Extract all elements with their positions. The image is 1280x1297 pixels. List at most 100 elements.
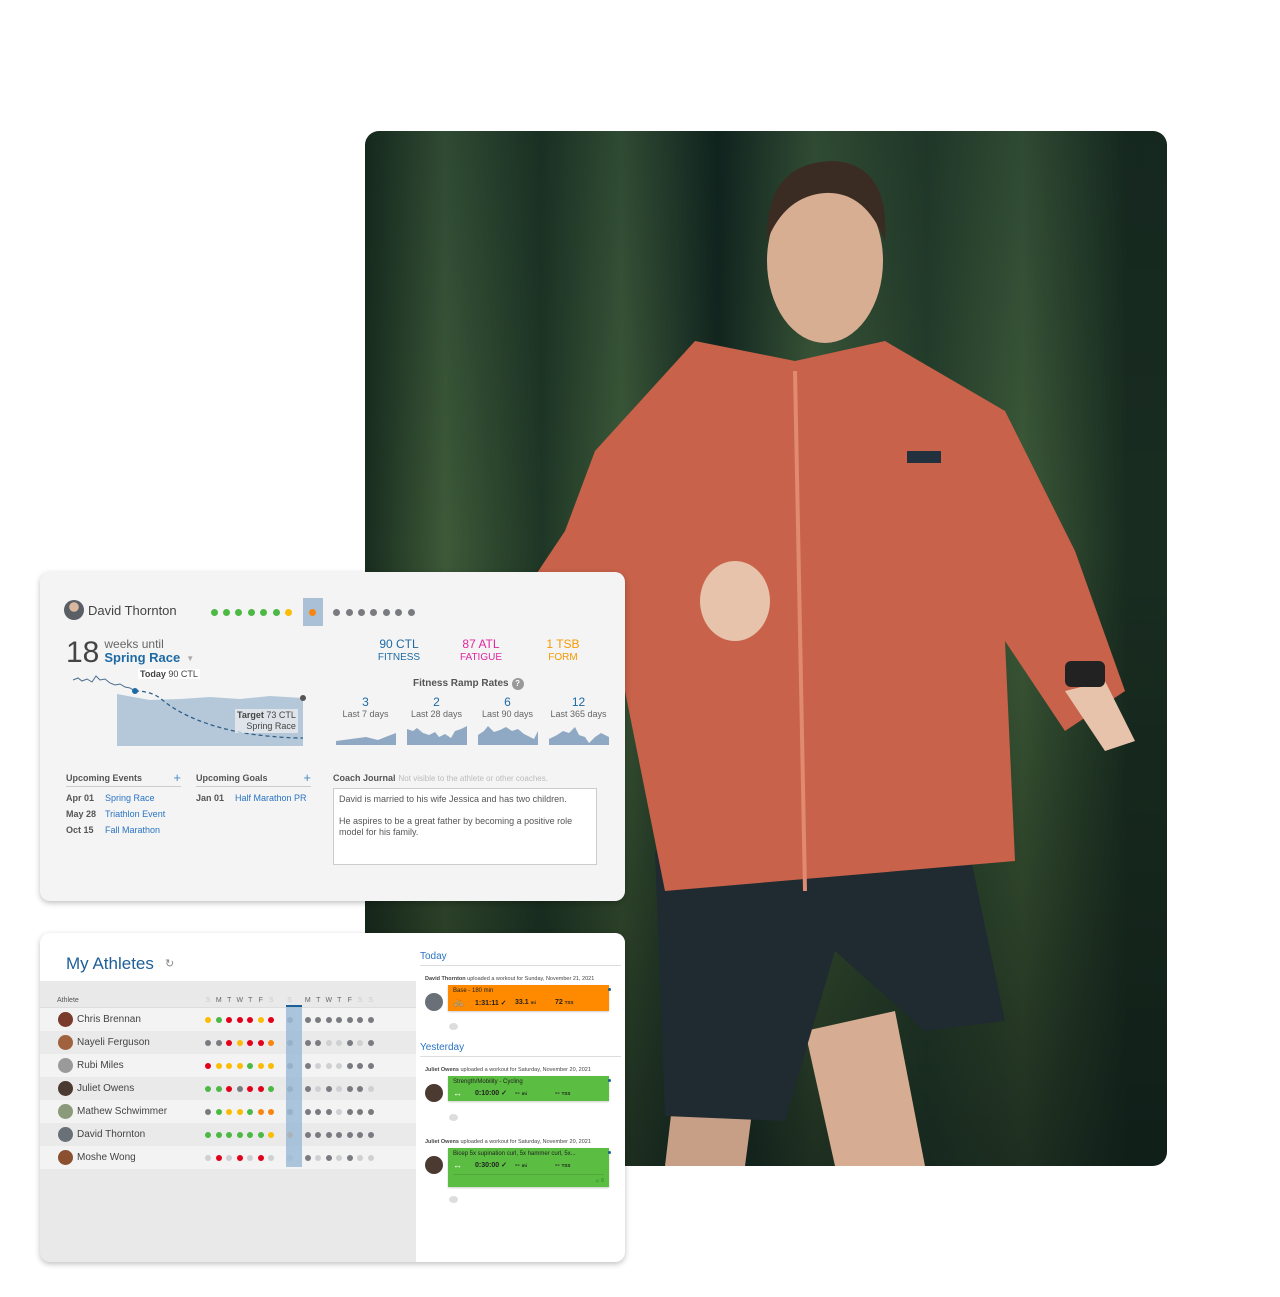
status-dot-gray[interactable] — [357, 1085, 364, 1092]
status-dot-yellow[interactable] — [236, 1108, 243, 1115]
status-dot-green[interactable] — [215, 1085, 222, 1092]
status-dot-yellow[interactable] — [215, 1062, 222, 1069]
status-dot-green[interactable] — [215, 1016, 222, 1023]
table-row[interactable]: Moshe Wong — [40, 1146, 416, 1169]
status-dot-yellow[interactable] — [268, 1062, 275, 1069]
status-dot-gray[interactable] — [304, 1062, 311, 1069]
status-dot-gray[interactable] — [367, 1016, 374, 1023]
status-dot-gray[interactable] — [333, 608, 341, 616]
status-dot-gray[interactable] — [346, 1131, 353, 1138]
status-dot-green[interactable] — [247, 1108, 254, 1115]
status-dot-red[interactable] — [247, 1016, 254, 1023]
status-dot-gray[interactable] — [357, 1131, 364, 1138]
status-dot-gray[interactable] — [358, 608, 366, 616]
comment-icon[interactable] — [449, 1196, 458, 1203]
event-link[interactable]: Fall Marathon — [105, 825, 160, 835]
status-dot-red[interactable] — [257, 1154, 264, 1161]
status-dot-gray[interactable] — [304, 1154, 311, 1161]
status-dot-green[interactable] — [215, 1108, 222, 1115]
status-dot-lightgray[interactable] — [226, 1154, 233, 1161]
status-dot-gray[interactable] — [407, 608, 415, 616]
status-dot-lightgray[interactable] — [357, 1154, 364, 1161]
status-dot-green[interactable] — [268, 1085, 275, 1092]
status-dot-gray[interactable] — [315, 1131, 322, 1138]
status-dot-red[interactable] — [257, 1085, 264, 1092]
status-dot-yellow[interactable] — [268, 1131, 275, 1138]
status-dot-green[interactable] — [223, 608, 231, 616]
status-dot-green[interactable] — [247, 608, 255, 616]
comment-icon[interactable] — [449, 1114, 458, 1121]
status-dot-green[interactable] — [272, 608, 280, 616]
status-dot-green[interactable] — [235, 608, 243, 616]
status-dot-orange[interactable] — [268, 1108, 275, 1115]
status-dot-gray[interactable] — [325, 1154, 332, 1161]
status-dot-lightgray[interactable] — [336, 1062, 343, 1069]
status-dot-red[interactable] — [236, 1154, 243, 1161]
status-dot-lightgray[interactable] — [315, 1154, 322, 1161]
status-dot-lightgray[interactable] — [315, 1062, 322, 1069]
status-dot-gray[interactable] — [367, 1131, 374, 1138]
coach-journal-textarea[interactable]: David is married to his wife Jessica and… — [333, 788, 597, 865]
status-dot-gray[interactable] — [304, 1108, 311, 1115]
status-dot-gray[interactable] — [325, 1016, 332, 1023]
status-dot-yellow[interactable] — [226, 1108, 233, 1115]
status-dot-gray[interactable] — [345, 608, 353, 616]
status-dot-lightgray[interactable] — [325, 1039, 332, 1046]
status-dot-gray[interactable] — [395, 608, 403, 616]
table-row[interactable]: Juliet Owens — [40, 1077, 416, 1100]
status-dot-gray[interactable] — [304, 1016, 311, 1023]
status-dot-red[interactable] — [247, 1039, 254, 1046]
status-dot-green[interactable] — [215, 1131, 222, 1138]
status-dot-lightgray[interactable] — [336, 1154, 343, 1161]
status-dot-gray[interactable] — [370, 608, 378, 616]
status-dot-gray[interactable] — [367, 1062, 374, 1069]
athlete-name[interactable]: Juliet Owens — [77, 1083, 134, 1094]
status-dot-gray[interactable] — [315, 1108, 322, 1115]
status-dot-yellow[interactable] — [226, 1062, 233, 1069]
athlete-name[interactable]: Moshe Wong — [77, 1152, 136, 1163]
status-dot-red[interactable] — [226, 1085, 233, 1092]
status-dot-gray[interactable] — [357, 1016, 364, 1023]
status-dot-red[interactable] — [226, 1016, 233, 1023]
athlete-name[interactable]: Rubi Miles — [77, 1060, 124, 1071]
status-dot-gray[interactable] — [304, 1039, 311, 1046]
workout-card[interactable]: Bicep 5x supination curl, 5x hammer curl… — [448, 1148, 609, 1187]
status-dot-green[interactable] — [260, 608, 268, 616]
status-dot-gray[interactable] — [304, 1131, 311, 1138]
table-row[interactable]: Rubi Miles — [40, 1054, 416, 1077]
status-dot-red[interactable] — [268, 1016, 275, 1023]
status-dot-green[interactable] — [226, 1131, 233, 1138]
status-dot-gray[interactable] — [382, 608, 390, 616]
table-row[interactable]: Chris Brennan — [40, 1008, 416, 1031]
status-dot-green[interactable] — [247, 1131, 254, 1138]
status-dot-gray[interactable] — [325, 1131, 332, 1138]
help-icon[interactable]: ? — [511, 678, 524, 690]
status-dot-gray[interactable] — [346, 1062, 353, 1069]
status-dot-red[interactable] — [247, 1085, 254, 1092]
status-dot-red[interactable] — [205, 1062, 212, 1069]
table-row[interactable]: Mathew Schwimmer — [40, 1100, 416, 1123]
status-dot-gray[interactable] — [367, 1108, 374, 1115]
athlete-name[interactable]: Chris Brennan — [77, 1014, 141, 1025]
status-dot-gray[interactable] — [336, 1131, 343, 1138]
status-dot-gray[interactable] — [304, 1085, 311, 1092]
status-dot-green[interactable] — [205, 1131, 212, 1138]
status-dot-yellow[interactable] — [236, 1039, 243, 1046]
status-dot-gray[interactable] — [346, 1039, 353, 1046]
status-dot-yellow[interactable] — [257, 1062, 264, 1069]
status-dot-gray[interactable] — [346, 1016, 353, 1023]
status-dot-yellow[interactable] — [257, 1016, 264, 1023]
status-dot-lightgray[interactable] — [336, 1108, 343, 1115]
goal-link[interactable]: Half Marathon PR — [235, 793, 307, 803]
status-dot-lightgray[interactable] — [247, 1154, 254, 1161]
event-selector[interactable]: Spring Race ▼ — [104, 650, 194, 667]
status-dot-orange[interactable] — [257, 1108, 264, 1115]
status-dot-gray[interactable] — [325, 1108, 332, 1115]
status-dot-orange[interactable] — [268, 1039, 275, 1046]
status-dot-lightgray[interactable] — [315, 1085, 322, 1092]
status-dot-gray[interactable] — [205, 1039, 212, 1046]
table-row[interactable]: David Thornton — [40, 1123, 416, 1146]
status-dot-red[interactable] — [236, 1016, 243, 1023]
status-dot-lightgray[interactable] — [205, 1154, 212, 1161]
status-dot-gray[interactable] — [357, 1108, 364, 1115]
